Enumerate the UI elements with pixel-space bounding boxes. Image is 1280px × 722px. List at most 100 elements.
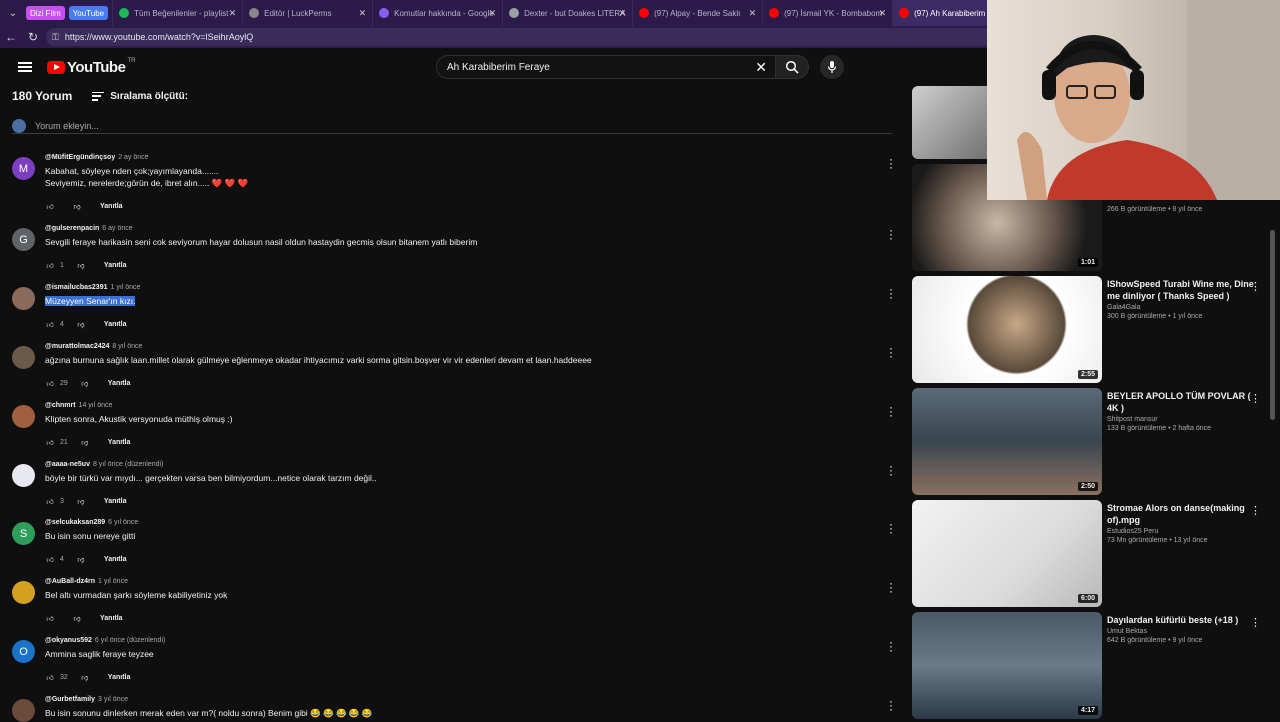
tab-group-dizi-film[interactable]: Dizi Film <box>26 6 65 20</box>
comment-author[interactable]: @selcukaksan289 <box>45 519 105 526</box>
dislike-icon[interactable]: 👎︎ <box>76 260 86 270</box>
like-icon[interactable]: 👍︎ <box>45 554 55 564</box>
more-options-icon[interactable]: ⋮ <box>1250 504 1261 517</box>
more-options-icon[interactable]: ⋮ <box>1250 280 1261 293</box>
commenter-avatar[interactable] <box>12 464 35 487</box>
commenter-avatar[interactable]: G <box>12 228 35 251</box>
comment-time[interactable]: 14 yıl önce <box>79 402 113 409</box>
comment-time[interactable]: 3 yıl önce <box>98 696 128 703</box>
comment-time[interactable]: 2 ay önce <box>118 154 148 161</box>
sort-button[interactable]: Sıralama ölçütü: <box>92 91 188 102</box>
more-options-icon[interactable]: · · · <box>888 283 894 303</box>
more-options-icon[interactable]: · · · <box>888 153 894 173</box>
reply-button[interactable]: Yanıtla <box>104 556 127 563</box>
comment-time[interactable]: 6 yıl önce (düzenlendi) <box>95 637 165 644</box>
browser-tab[interactable]: (97) İsmail YK - Bombabom ✕ <box>762 0 892 26</box>
more-options-icon[interactable]: · · · <box>888 518 894 538</box>
video-title[interactable]: IShowSpeed Turabi Wine me, Dine me dinli… <box>1107 278 1257 302</box>
commenter-avatar[interactable] <box>12 346 35 369</box>
commenter-avatar[interactable]: O <box>12 640 35 663</box>
dislike-icon[interactable]: 👎︎ <box>76 554 86 564</box>
comment-author[interactable]: @murattolmac2424 <box>45 343 109 350</box>
commenter-avatar[interactable] <box>12 287 35 310</box>
video-title[interactable]: Dayılardan küfürlü beste (+18 ) <box>1107 614 1257 626</box>
video-thumbnail[interactable]: 2:50 <box>912 388 1102 495</box>
dislike-icon[interactable]: 👎︎ <box>80 437 90 447</box>
like-icon[interactable]: 👍︎ <box>45 319 55 329</box>
more-options-icon[interactable]: · · · <box>888 636 894 656</box>
commenter-avatar[interactable] <box>12 699 35 722</box>
more-options-icon[interactable]: · · · <box>888 460 894 480</box>
reply-button[interactable]: Yanıtla <box>108 439 131 446</box>
comment-time[interactable]: 6 yıl önce <box>108 519 138 526</box>
commenter-avatar[interactable] <box>12 581 35 604</box>
browser-tab[interactable]: Komutlar hakkında - Google ✕ <box>372 0 502 26</box>
like-icon[interactable]: 👍︎ <box>45 672 55 682</box>
like-icon[interactable]: 👍︎ <box>45 201 55 211</box>
like-icon[interactable]: 👍︎ <box>45 496 55 506</box>
dislike-icon[interactable]: 👎︎ <box>76 496 86 506</box>
browser-tab[interactable]: (97) Alpay - Bende Saklı ✕ <box>632 0 762 26</box>
like-icon[interactable]: 👍︎ <box>45 437 55 447</box>
commenter-avatar[interactable]: S <box>12 522 35 545</box>
recommended-video[interactable]: 4:17 Dayılardan küfürlü beste (+18 ) Umu… <box>912 612 1280 720</box>
video-thumbnail[interactable]: 6:00 <box>912 500 1102 607</box>
video-title[interactable]: BEYLER APOLLO TÜM POVLAR ( 4K ) <box>1107 390 1257 414</box>
recommended-video[interactable]: 6:00 Stromae Alors on danse(making of).m… <box>912 500 1280 608</box>
youtube-logo[interactable]: YouTube TR <box>47 58 135 76</box>
comment-author[interactable]: @okyanus592 <box>45 637 92 644</box>
comment-author[interactable]: @aaaa-ne5uv <box>45 461 90 468</box>
video-thumbnail[interactable]: 4:17 <box>912 612 1102 719</box>
more-options-icon[interactable]: · · · <box>888 695 894 715</box>
dislike-icon[interactable]: 👎︎ <box>72 613 82 623</box>
like-icon[interactable]: 👍︎ <box>45 260 55 270</box>
close-icon[interactable]: ✕ <box>619 8 627 19</box>
comment-author[interactable]: @ismailucbas2391 <box>45 284 107 291</box>
search-button[interactable] <box>775 55 809 79</box>
browser-tab[interactable]: Dexter - but Doakes LITERA ✕ <box>502 0 632 26</box>
more-options-icon[interactable]: ⋮ <box>1250 616 1261 629</box>
tab-group-youtube[interactable]: YouTube <box>68 6 109 20</box>
like-icon[interactable]: 👍︎ <box>45 613 55 623</box>
clear-search-icon[interactable]: ✕ <box>755 59 767 76</box>
reply-button[interactable]: Yanıtla <box>104 498 127 505</box>
dislike-icon[interactable]: 👎︎ <box>76 319 86 329</box>
more-options-icon[interactable]: · · · <box>888 401 894 421</box>
reload-icon[interactable]: ↻ <box>22 26 44 48</box>
back-icon[interactable]: ← <box>0 26 22 48</box>
close-icon[interactable]: ✕ <box>749 8 757 19</box>
hamburger-menu-icon[interactable] <box>18 62 32 72</box>
reply-button[interactable]: Yanıtla <box>100 615 123 622</box>
dislike-icon[interactable]: 👎︎ <box>80 672 90 682</box>
more-options-icon[interactable]: · · · <box>888 224 894 244</box>
voice-search-button[interactable] <box>820 55 844 79</box>
comment-time[interactable]: 8 yıl önce (düzenlendi) <box>93 461 163 468</box>
dislike-icon[interactable]: 👎︎ <box>80 378 90 388</box>
comment-time[interactable]: 1 yıl önce <box>110 284 140 291</box>
comment-time[interactable]: 8 yıl önce <box>112 343 142 350</box>
comment-author[interactable]: @gulserenpacin <box>45 225 99 232</box>
add-comment-field[interactable]: Yorum ekleyin... <box>12 118 892 134</box>
close-icon[interactable]: ✕ <box>229 8 237 19</box>
close-icon[interactable]: ✕ <box>489 8 497 19</box>
recommended-video[interactable]: 2:55 IShowSpeed Turabi Wine me, Dine me … <box>912 276 1280 384</box>
channel-name[interactable]: Estudios25 Peru <box>1107 528 1257 535</box>
close-icon[interactable]: ✕ <box>879 8 887 19</box>
more-options-icon[interactable]: · · · <box>888 342 894 362</box>
comment-author[interactable]: @chnmrt <box>45 402 76 409</box>
reply-button[interactable]: Yanıtla <box>104 262 127 269</box>
reply-button[interactable]: Yanıtla <box>108 674 131 681</box>
comment-time[interactable]: 6 ay önce <box>102 225 132 232</box>
url-field[interactable]: ⚿ https://www.youtube.com/watch?v=lSeihrA… <box>46 28 1006 46</box>
close-icon[interactable]: ✕ <box>359 8 367 19</box>
channel-name[interactable]: Gala4Gala <box>1107 304 1257 311</box>
search-input[interactable]: Ah Karabiberim Feraye ✕ <box>436 55 776 79</box>
browser-tab[interactable]: Tüm Beğenilenler - playlist ✕ <box>112 0 242 26</box>
dislike-icon[interactable]: 👎︎ <box>72 201 82 211</box>
video-title[interactable]: Stromae Alors on danse(making of).mpg <box>1107 502 1257 526</box>
commenter-avatar[interactable]: M <box>12 157 35 180</box>
comment-time[interactable]: 1 yıl önce <box>98 578 128 585</box>
channel-name[interactable]: Shitpost mansur <box>1107 416 1257 423</box>
comment-author[interactable]: @AuBall-dz4rn <box>45 578 95 585</box>
browser-tab[interactable]: Editör | LuckPerms ✕ <box>242 0 372 26</box>
